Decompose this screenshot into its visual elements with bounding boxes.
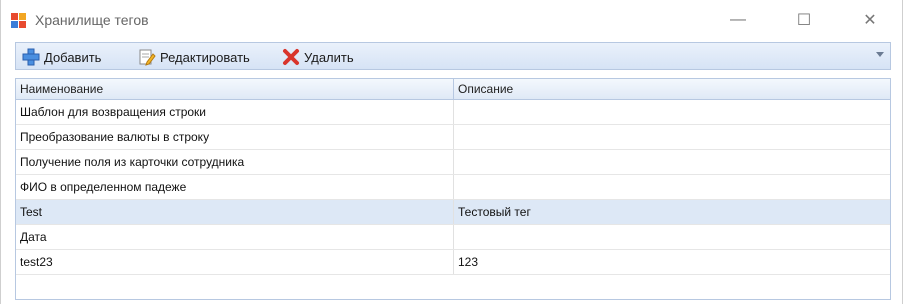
close-button[interactable]: ✕ bbox=[847, 0, 893, 40]
cell-description bbox=[454, 125, 890, 149]
cell-name: Test bbox=[16, 200, 454, 224]
edit-button[interactable]: Редактировать bbox=[138, 47, 250, 67]
table-row[interactable]: test23 123 bbox=[16, 250, 890, 275]
grid-header: Наименование Описание bbox=[16, 79, 890, 100]
tag-storage-window: Хранилище тегов — ☐ ✕ Добавить Редактиро… bbox=[0, 0, 903, 304]
delete-icon bbox=[283, 49, 299, 65]
maximize-icon: ☐ bbox=[796, 12, 812, 29]
cell-name: Преобразование валюты в строку bbox=[16, 125, 454, 149]
app-icon bbox=[11, 13, 27, 29]
edit-icon bbox=[139, 49, 156, 66]
table-row[interactable]: Дата bbox=[16, 225, 890, 250]
add-icon bbox=[22, 48, 40, 66]
toolbar: Добавить Редактировать Удалить bbox=[15, 42, 891, 70]
table-row[interactable]: Шаблон для возвращения строки bbox=[16, 100, 890, 125]
cell-description bbox=[454, 225, 890, 249]
cell-description bbox=[454, 100, 890, 124]
minimize-button[interactable]: — bbox=[715, 0, 761, 40]
table-row-selected[interactable]: Test Тестовый тег bbox=[16, 200, 890, 225]
table-row[interactable]: ФИО в определенном падеже bbox=[16, 175, 890, 200]
close-icon: ✕ bbox=[863, 12, 877, 29]
table-row[interactable]: Преобразование валюты в строку bbox=[16, 125, 890, 150]
cell-description bbox=[454, 150, 890, 174]
toolbar-overflow-icon[interactable] bbox=[876, 52, 884, 57]
cell-name: Получение поля из карточки сотрудника bbox=[16, 150, 454, 174]
cell-name: ФИО в определенном падеже bbox=[16, 175, 454, 199]
add-label: Добавить bbox=[44, 49, 102, 65]
cell-name: Шаблон для возвращения строки bbox=[16, 100, 454, 124]
cell-description: Тестовый тег bbox=[458, 205, 531, 219]
window-title: Хранилище тегов bbox=[35, 12, 149, 28]
minimize-icon: — bbox=[730, 11, 746, 28]
tags-grid: Наименование Описание Шаблон для возвращ… bbox=[15, 78, 891, 300]
table-row[interactable]: Получение поля из карточки сотрудника bbox=[16, 150, 890, 175]
maximize-button[interactable]: ☐ bbox=[781, 0, 827, 40]
cell-name: test23 bbox=[16, 250, 454, 274]
add-button[interactable]: Добавить bbox=[22, 47, 101, 67]
column-header-description[interactable]: Описание bbox=[454, 79, 890, 99]
delete-label: Удалить bbox=[304, 49, 354, 65]
cell-description bbox=[454, 175, 890, 199]
title-bar[interactable]: Хранилище тегов — ☐ ✕ bbox=[1, 0, 902, 42]
delete-button[interactable]: Удалить bbox=[282, 47, 354, 67]
edit-label: Редактировать bbox=[160, 49, 250, 65]
cell-name: Дата bbox=[16, 225, 454, 249]
column-header-name[interactable]: Наименование bbox=[16, 79, 454, 99]
cell-description: 123 bbox=[458, 255, 479, 269]
